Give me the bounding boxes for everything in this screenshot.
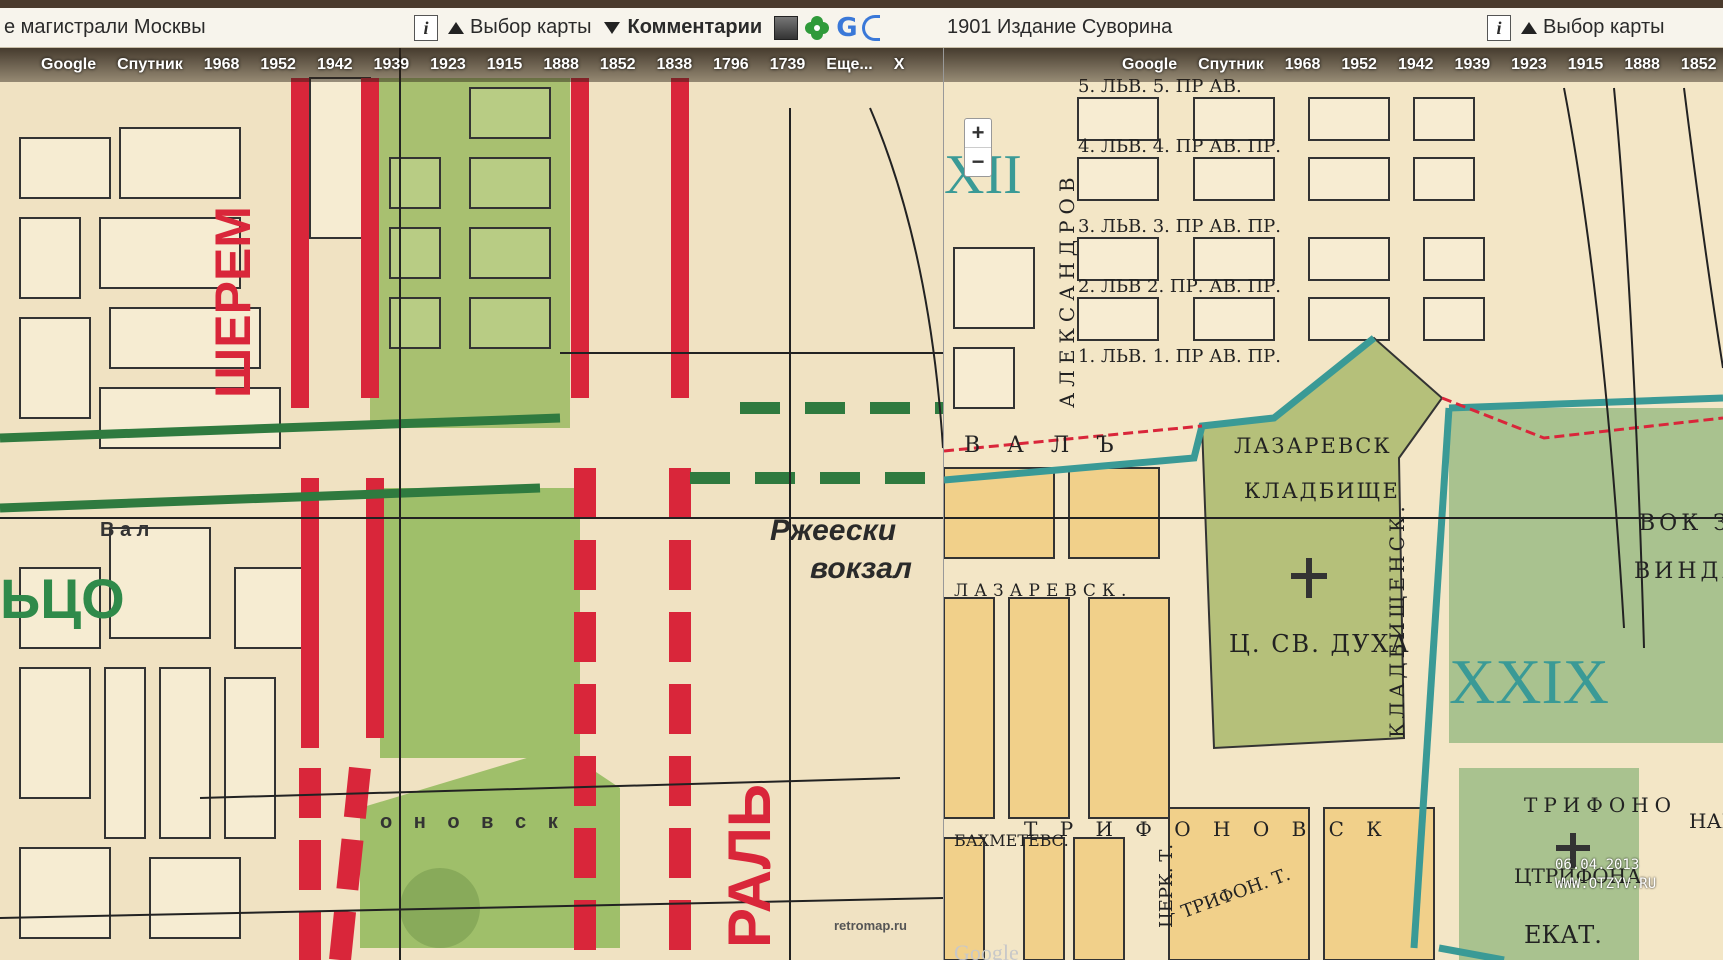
left-layer-3[interactable]: 1952 [260,56,296,74]
zoom-out-button[interactable]: − [965,147,991,176]
church-label: Ц. СВ. ДУХА [1229,630,1411,658]
right-layer-6[interactable]: 1923 [1511,56,1547,74]
street-label: о н о в с к [380,811,566,833]
right-layer-0[interactable]: Google [1122,56,1177,74]
right-map-viewport[interactable]: Google Спутник 1968 1952 1942 1939 1923 1915 188… [944,48,1723,960]
ekat-label: ЕКАТ. [1524,921,1602,949]
left-layer-6[interactable]: 1923 [430,56,466,74]
trifonovsk-label: Т Р И Ф О Н О В С К [1024,817,1390,841]
left-layer-10[interactable]: 1838 [657,56,693,74]
right-layer-7[interactable]: 1915 [1568,56,1604,74]
google-icon[interactable]: G [836,13,857,43]
right-map-title: 1901 Издание Суворина [947,16,1173,38]
left-layer-9[interactable]: 1852 [600,56,636,74]
left-map-canvas: Ржеески вокзал ЬЦО В а л о н о в с к ШЕР… [0,48,943,960]
val-street-label: В а л [100,519,149,541]
left-layer-11[interactable]: 1796 [713,56,749,74]
nap-label: НАП [1689,809,1723,833]
vertical-red-label-1: ШЕРЕМ [205,206,261,398]
right-layer-3[interactable]: 1952 [1341,56,1377,74]
left-layer-0[interactable]: Google [41,56,96,74]
left-layer-14[interactable]: X [894,56,905,74]
window-top-strip [0,0,1723,8]
left-layer-8[interactable]: 1888 [543,56,579,74]
right-layer-8[interactable]: 1888 [1624,56,1660,74]
image-icon[interactable] [774,15,799,40]
left-layer-2[interactable]: 1968 [204,56,240,74]
zoom-in-button[interactable]: + [965,119,991,147]
google-watermark: Google [954,940,1019,960]
vinda-label: ВИНДА [1634,559,1723,584]
right-layer-2[interactable]: 1968 [1285,56,1321,74]
triangle-down-icon[interactable] [603,21,620,34]
right-layer-bar: Google Спутник 1968 1952 1942 1939 1923 1915 188… [944,48,1723,82]
left-layer-5[interactable]: 1939 [374,56,410,74]
watermark-date: 06.04.2013 [1555,857,1640,873]
vertical-red-label-2: РАЛЬ [716,784,783,948]
left-map-controls: i Выбор карты Комментарии G [414,13,880,43]
kladbishch-label: КЛАДБИЩЕНСК. [1385,502,1409,738]
trifono-label: ТРИФОНО [1524,793,1677,817]
left-layer-4[interactable]: 1942 [317,56,353,74]
left-map-header: е магистрали Москвы i Выбор карты Коммен… [0,8,943,48]
vok-label: ВОК З [1639,511,1723,536]
info-icon[interactable]: i [414,14,438,41]
triangle-up-icon[interactable] [448,21,464,34]
right-layer-1[interactable]: Спутник [1198,56,1264,74]
comments-button[interactable]: Комментарии [628,16,763,39]
info-icon-right[interactable]: i [1487,14,1511,41]
right-layer-9[interactable]: 1852 [1681,56,1717,74]
tserk-label: ЦЕРК. Т. [1156,844,1177,928]
district-label-xxix: XXIX [1449,646,1609,717]
left-map-title: е магистрали Москвы [4,16,206,38]
lazarevsk-per-label: ЛАЗАРЕВСК. [954,581,1132,601]
right-layer-5[interactable]: 1939 [1455,56,1491,74]
green-map-label: ЬЦО [0,567,125,630]
row-label-5: 1. ЛЬВ. 1. ПР АВ. ПР. [1078,346,1281,367]
left-layer-bar: Google Спутник 1968 1952 1942 1939 1923 1915 188… [0,48,943,82]
source-label: retromap.ru [834,918,907,933]
watermark-site: WWW.OTZYV.RU [1555,876,1657,892]
val-label: В А Л Ъ [964,433,1124,458]
right-layer-4[interactable]: 1942 [1398,56,1434,74]
left-layer-12[interactable]: 1739 [770,56,806,74]
row-label-4: 2. ЛЬВ 2. ПР. АВ. ПР. [1078,276,1281,297]
left-layer-1[interactable]: Спутник [117,56,183,74]
right-map-controls: i Выбор карты [1487,14,1665,41]
aleksandrov-label: АЛЕКСАНДРОВ [1055,171,1079,408]
left-layer-13[interactable]: Еще... [826,56,872,74]
station-label-1: Ржеески [770,514,896,547]
map-select-button[interactable]: Выбор карты [470,16,592,39]
left-layer-7[interactable]: 1915 [487,56,523,74]
zoom-control: + − [964,118,992,177]
left-map-viewport[interactable]: Google Спутник 1968 1952 1942 1939 1923 1915 188… [0,48,944,960]
triangle-up-icon-right[interactable] [1521,21,1537,34]
clover-icon[interactable] [804,15,830,41]
row-label-2: 4. ЛЬВ. 4. ПР АВ. ПР. [1078,136,1281,157]
cemetery-label-2: КЛАДБИЩЕ [1244,479,1400,503]
right-map-canvas: 5. ЛЬВ. 5. ПР АВ. 4. ЛЬВ. 4. ПР АВ. ПР. … [944,76,1723,960]
right-map-header: 1901 Издание Суворина i Выбор карты [943,8,1723,48]
cemetery-label-1: ЛАЗАРЕВСК [1234,434,1392,458]
map-select-button-right[interactable]: Выбор карты [1543,16,1665,39]
station-label-2: вокзал [810,552,912,585]
google-partial-icon[interactable] [861,14,880,41]
row-label-3: 3. ЛЬВ. 3. ПР АВ. ПР. [1078,216,1281,237]
